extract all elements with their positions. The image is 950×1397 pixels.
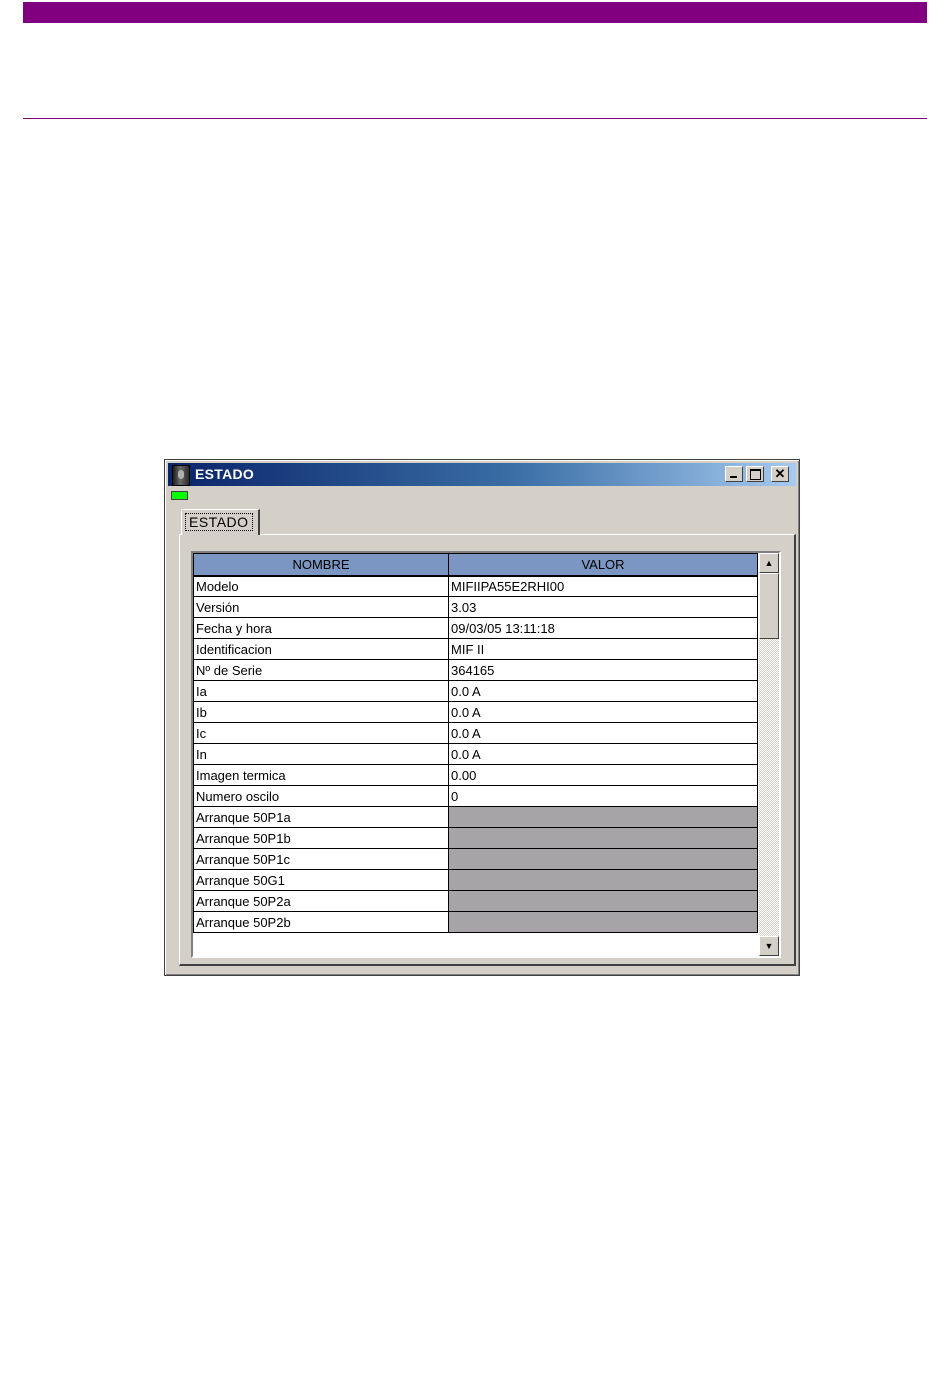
- arrow-down-icon: ▼: [764, 941, 774, 951]
- row-name-cell[interactable]: Modelo: [193, 575, 449, 597]
- row-value-cell[interactable]: [448, 869, 758, 891]
- window-titlebar[interactable]: ESTADO ✕: [168, 463, 796, 486]
- table-row[interactable]: Arranque 50P1a: [193, 806, 758, 828]
- tab-estado[interactable]: ESTADO: [181, 509, 260, 535]
- row-name-cell[interactable]: Arranque 50P1b: [193, 827, 449, 849]
- status-led: [171, 491, 188, 500]
- minimize-button[interactable]: [725, 466, 743, 482]
- row-value-cell[interactable]: 0.00: [448, 764, 758, 786]
- row-value-cell[interactable]: [448, 806, 758, 828]
- row-value-cell[interactable]: [448, 848, 758, 870]
- maximize-icon: [750, 469, 761, 480]
- row-name-cell[interactable]: Fecha y hora: [193, 617, 449, 639]
- table-row[interactable]: Modelo MIFIIPA55E2RHI00: [193, 575, 758, 597]
- row-value-cell[interactable]: 0: [448, 785, 758, 807]
- row-value-cell[interactable]: 0.0 A: [448, 701, 758, 723]
- row-name-cell[interactable]: Ia: [193, 680, 449, 702]
- table-row[interactable]: Arranque 50G1: [193, 869, 758, 891]
- column-header-nombre[interactable]: NOMBRE: [193, 553, 449, 577]
- window-title: ESTADO: [195, 466, 255, 482]
- row-value-cell[interactable]: 0.0 A: [448, 743, 758, 765]
- scroll-thumb[interactable]: [759, 573, 779, 639]
- row-name-cell[interactable]: In: [193, 743, 449, 765]
- row-value-cell[interactable]: 0.0 A: [448, 680, 758, 702]
- table-row[interactable]: Identificacion MIF II: [193, 638, 758, 660]
- row-name-cell[interactable]: Arranque 50P2a: [193, 890, 449, 912]
- close-button[interactable]: ✕: [771, 466, 789, 482]
- column-header-valor[interactable]: VALOR: [448, 553, 758, 577]
- tab-estado-label: ESTADO: [185, 513, 253, 531]
- status-grid: NOMBRE VALOR Modelo MIFIIPA55E2RHI00 Versi…: [191, 551, 781, 958]
- row-value-cell[interactable]: MIF II: [448, 638, 758, 660]
- table-row[interactable]: Imagen termica 0.00: [193, 764, 758, 786]
- row-value-cell[interactable]: 3.03: [448, 596, 758, 618]
- table-row[interactable]: Fecha y hora 09/03/05 13:11:18: [193, 617, 758, 639]
- table-row[interactable]: Versión 3.03: [193, 596, 758, 618]
- row-name-cell[interactable]: Ic: [193, 722, 449, 744]
- minimize-icon: [730, 476, 737, 478]
- table-header-row: NOMBRE VALOR: [193, 553, 758, 577]
- arrow-up-icon: ▲: [764, 558, 774, 568]
- row-name-cell[interactable]: Ib: [193, 701, 449, 723]
- table-row[interactable]: Ia 0.0 A: [193, 680, 758, 702]
- row-name-cell[interactable]: Arranque 50G1: [193, 869, 449, 891]
- status-table: NOMBRE VALOR Modelo MIFIIPA55E2RHI00 Versi…: [193, 553, 758, 933]
- row-name-cell[interactable]: Identificacion: [193, 638, 449, 660]
- table-row[interactable]: Ib 0.0 A: [193, 701, 758, 723]
- row-name-cell[interactable]: Nº de Serie: [193, 659, 449, 681]
- row-name-cell[interactable]: Arranque 50P2b: [193, 911, 449, 933]
- row-value-cell[interactable]: 09/03/05 13:11:18: [448, 617, 758, 639]
- table-row[interactable]: In 0.0 A: [193, 743, 758, 765]
- row-name-cell[interactable]: Versión: [193, 596, 449, 618]
- maximize-button[interactable]: [746, 466, 764, 482]
- table-row[interactable]: Arranque 50P1b: [193, 827, 758, 849]
- table-row[interactable]: Numero oscilo 0: [193, 785, 758, 807]
- row-value-cell[interactable]: MIFIIPA55E2RHI00: [448, 575, 758, 597]
- row-value-cell[interactable]: [448, 890, 758, 912]
- table-row[interactable]: Nº de Serie 364165: [193, 659, 758, 681]
- row-value-cell[interactable]: [448, 911, 758, 933]
- scroll-up-button[interactable]: ▲: [759, 553, 779, 573]
- row-value-cell[interactable]: 364165: [448, 659, 758, 681]
- vertical-scrollbar[interactable]: ▲ ▼: [759, 553, 779, 956]
- table-row[interactable]: Arranque 50P2b: [193, 911, 758, 933]
- table-row[interactable]: Ic 0.0 A: [193, 722, 758, 744]
- document-header-bar: [23, 2, 927, 23]
- row-name-cell[interactable]: Numero oscilo: [193, 785, 449, 807]
- row-name-cell[interactable]: Arranque 50P1a: [193, 806, 449, 828]
- row-value-cell[interactable]: [448, 827, 758, 849]
- app-icon[interactable]: [172, 465, 190, 486]
- table-row[interactable]: Arranque 50P1c: [193, 848, 758, 870]
- row-value-cell[interactable]: 0.0 A: [448, 722, 758, 744]
- table-row[interactable]: Arranque 50P2a: [193, 890, 758, 912]
- row-name-cell[interactable]: Imagen termica: [193, 764, 449, 786]
- row-name-cell[interactable]: Arranque 50P1c: [193, 848, 449, 870]
- document-header-rule: [23, 118, 927, 119]
- estado-window: ESTADO ✕ ESTADO NOMBRE VALOR Modelo MIFII…: [164, 459, 800, 976]
- scroll-down-button[interactable]: ▼: [759, 936, 779, 956]
- close-icon: ✕: [774, 466, 786, 481]
